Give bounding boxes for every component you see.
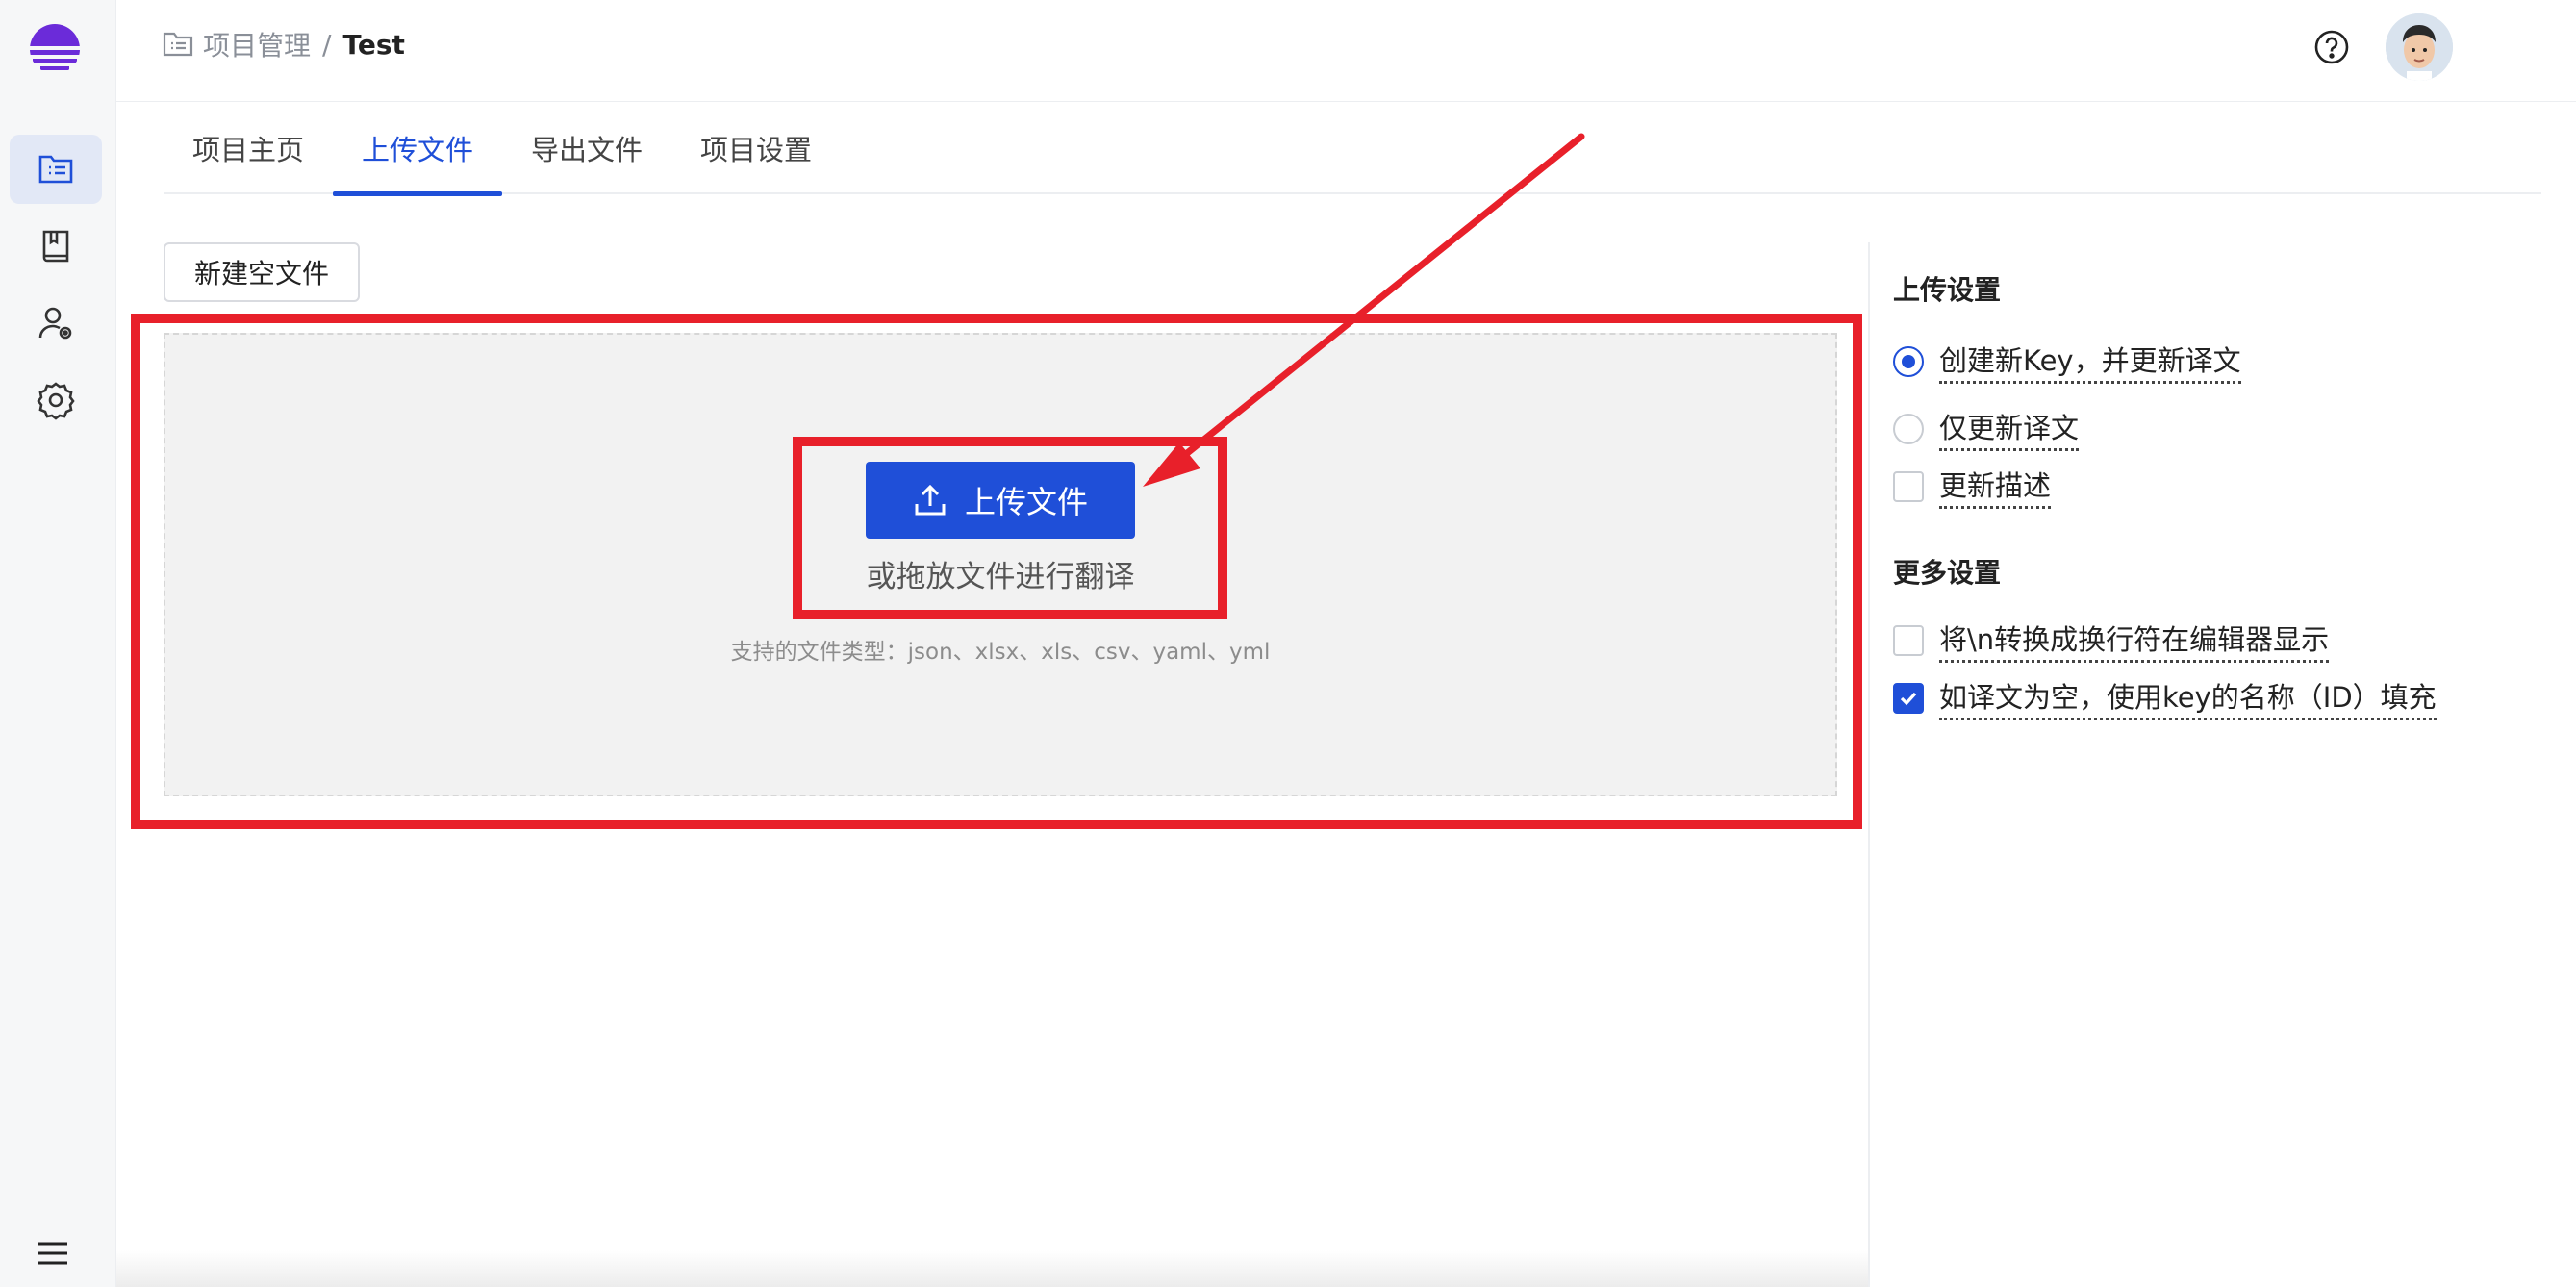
new-empty-file-button[interactable]: 新建空文件 — [164, 242, 360, 302]
option-only-update-translation[interactable]: 仅更新译文 — [1893, 406, 2080, 451]
top-header: 项目管理 / Test — [116, 0, 2576, 102]
sidebar — [0, 0, 116, 1287]
gear-icon — [37, 382, 75, 420]
sidebar-item-members[interactable] — [10, 289, 102, 358]
tab-upload-files[interactable]: 上传文件 — [333, 102, 502, 196]
folder-icon — [163, 32, 193, 57]
logo-icon[interactable] — [27, 21, 83, 77]
panel-divider — [1868, 242, 1870, 1287]
option-label: 如译文为空，使用key的名称（ID）填充 — [1939, 675, 2437, 720]
file-list-icon — [38, 155, 73, 184]
option-label: 创建新Key，并更新译文 — [1939, 339, 2241, 384]
breadcrumb-separator: / — [322, 28, 332, 61]
checkbox-checked[interactable] — [1893, 682, 1924, 714]
tab-bar: 项目主页 上传文件 导出文件 项目设置 — [164, 102, 2541, 196]
upload-settings-title: 上传设置 — [1893, 274, 2002, 306]
radio-unchecked[interactable] — [1893, 413, 1924, 444]
user-settings-icon — [38, 307, 72, 340]
tab-project-home[interactable]: 项目主页 — [164, 102, 333, 194]
more-settings-title: 更多设置 — [1893, 557, 2002, 589]
check-icon — [1900, 692, 1917, 705]
sidebar-item-settings[interactable] — [10, 366, 102, 435]
sidebar-item-projects[interactable] — [10, 135, 102, 204]
hamburger-icon[interactable] — [37, 1241, 69, 1266]
option-convert-newline[interactable]: 将\n转换成换行符在编辑器显示 — [1893, 618, 2330, 663]
breadcrumb-current: Test — [342, 28, 405, 61]
user-avatar-icon — [2386, 13, 2453, 81]
option-label: 将\n转换成换行符在编辑器显示 — [1939, 618, 2330, 663]
book-icon — [42, 230, 69, 263]
app-window: 项目管理 / Test 项目主页 上传文件 导出文件 项目设置 新建空文件 上传… — [0, 0, 2576, 1287]
annotation-box-inner — [793, 437, 1227, 619]
option-label: 仅更新译文 — [1939, 406, 2080, 451]
checkbox-unchecked[interactable] — [1893, 470, 1924, 502]
sidebar-item-glossary[interactable] — [10, 212, 102, 281]
option-create-key-update[interactable]: 创建新Key，并更新译文 — [1893, 339, 2241, 384]
help-icon[interactable] — [2313, 29, 2350, 65]
option-update-description[interactable]: 更新描述 — [1893, 464, 2052, 509]
tab-export-files[interactable]: 导出文件 — [502, 102, 671, 194]
option-fill-empty-with-key[interactable]: 如译文为空，使用key的名称（ID）填充 — [1893, 675, 2437, 720]
option-label: 更新描述 — [1939, 464, 2052, 509]
breadcrumb: 项目管理 / Test — [163, 25, 405, 63]
radio-checked[interactable] — [1893, 345, 1924, 377]
tab-project-settings[interactable]: 项目设置 — [671, 102, 841, 194]
avatar[interactable] — [2386, 13, 2453, 81]
checkbox-unchecked[interactable] — [1893, 624, 1924, 656]
breadcrumb-parent[interactable]: 项目管理 — [203, 25, 311, 63]
bottom-shade — [116, 1250, 1868, 1287]
